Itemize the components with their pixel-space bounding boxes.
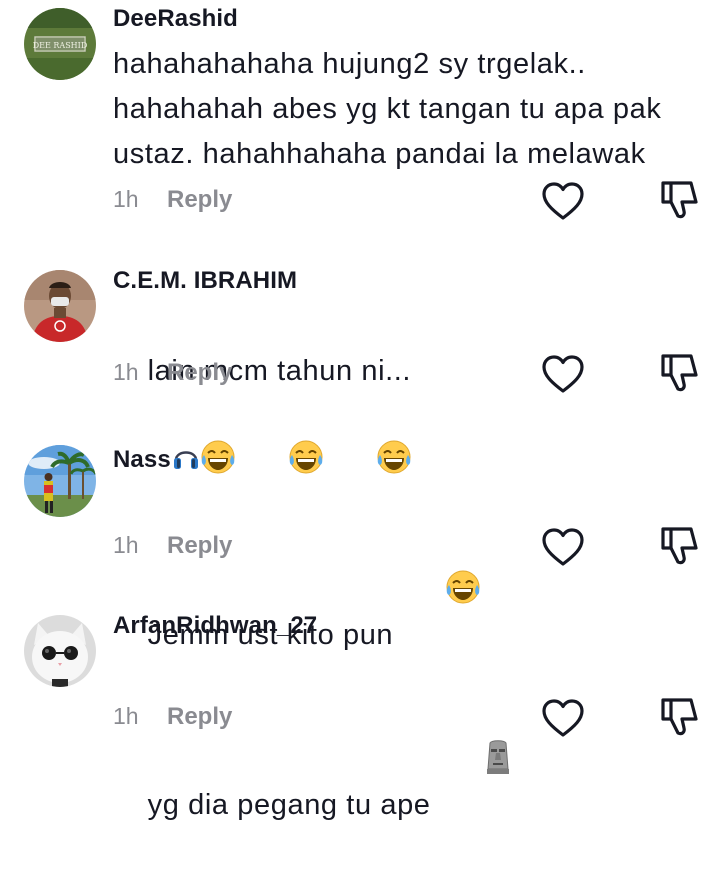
comment-item: DEE RASHID DeeRashid hahahahahaha hujung… [0, 0, 720, 230]
headphone-emoji [171, 442, 201, 479]
comment-time: 1h [113, 186, 139, 212]
comment-item: C.E.M. IBRAHIM lain mcm tahun ni... 1h R… [0, 230, 720, 474]
username[interactable]: Nass [113, 442, 201, 479]
heart-outline-icon[interactable] [541, 181, 585, 221]
comment-item: ArfanRidhwan_27 yg dia pegang tu ape 1h … [0, 575, 720, 821]
cat-sunglasses-avatar [24, 615, 96, 687]
thumbs-down-outline-icon[interactable] [657, 695, 701, 739]
reply-button[interactable]: Reply [167, 703, 232, 731]
thumbs-down-outline-icon[interactable] [657, 524, 701, 568]
comment-text: yg dia pegang tu ape [113, 649, 703, 879]
heart-outline-icon[interactable] [541, 527, 585, 567]
comment-time: 1h [113, 703, 139, 729]
username-text: Nass [113, 446, 171, 473]
comment-text: hahahahahaha hujung2 sy trgelak.. hahaha… [113, 48, 662, 170]
comment-item: Nass Jemm ust kito pun 1h Reply [0, 405, 720, 651]
avatar[interactable] [24, 445, 96, 517]
username[interactable]: ArfanRidhwan_27 [113, 612, 317, 640]
avatar[interactable]: DEE RASHID [24, 8, 96, 80]
moai-emoji [431, 694, 513, 834]
comment-time: 1h [113, 532, 139, 558]
comment-text-content: yg dia pegang tu ape [147, 789, 431, 821]
person-red-shirt-avatar [24, 270, 96, 342]
comment-time: 1h [113, 359, 139, 385]
username[interactable]: DeeRashid [113, 5, 238, 33]
username[interactable]: C.E.M. IBRAHIM [113, 267, 297, 295]
heart-outline-icon[interactable] [541, 354, 585, 394]
thumbs-down-outline-icon[interactable] [657, 178, 701, 222]
svg-text:DEE RASHID: DEE RASHID [33, 41, 87, 50]
reply-button[interactable]: Reply [167, 186, 232, 214]
heart-outline-icon[interactable] [541, 698, 585, 738]
palm-trees-avatar [24, 445, 96, 517]
thumbs-down-outline-icon[interactable] [657, 351, 701, 395]
avatar[interactable] [24, 270, 96, 342]
reply-button[interactable]: Reply [167, 532, 232, 560]
reply-button[interactable]: Reply [167, 359, 232, 387]
avatar[interactable] [24, 615, 96, 687]
sign-board-avatar: DEE RASHID [24, 8, 96, 80]
